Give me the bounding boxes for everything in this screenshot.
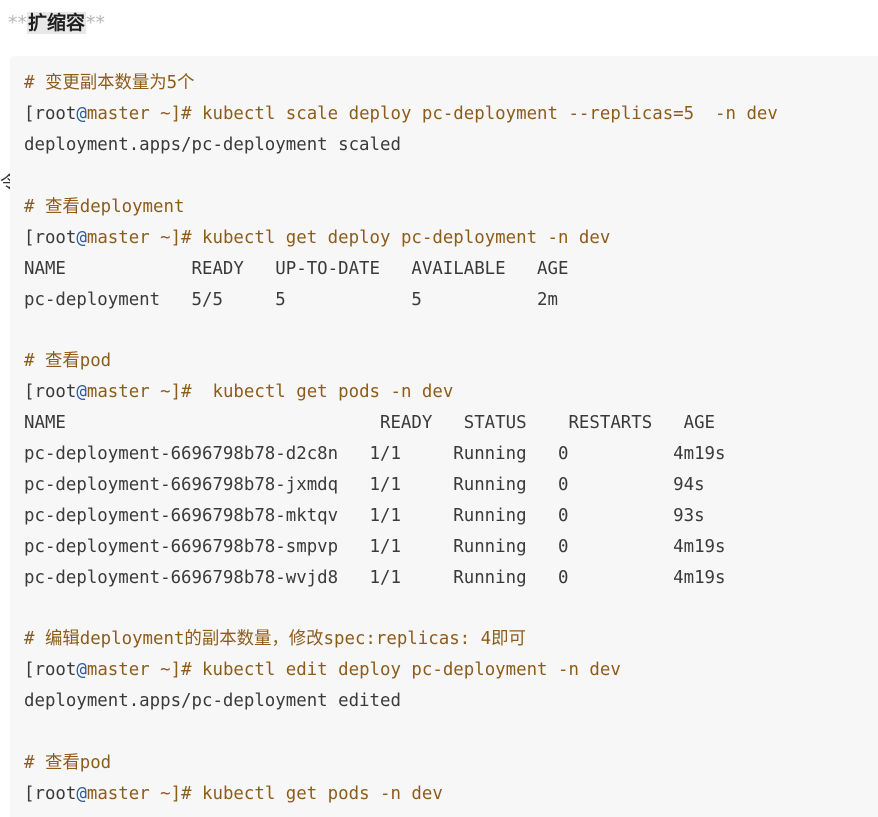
markdown-bold-marker-close: ** xyxy=(86,12,106,34)
command-line-get-deploy: [root@master ~]# kubectl get deploy pc-d… xyxy=(24,223,610,254)
command-text: master ~]# kubectl get pods -n dev xyxy=(86,784,443,804)
command-text: master ~]# kubectl scale deploy pc-deplo… xyxy=(86,104,778,124)
section-heading: **扩缩容** xyxy=(8,6,105,40)
pods-table-row: pc-deployment-6696798b78-mktqv 1/1 Runni… xyxy=(24,506,705,526)
prompt-user: [root xyxy=(24,784,77,804)
prompt-at: @ xyxy=(76,228,87,248)
prompt-user: [root xyxy=(24,382,77,402)
deploy-table-header: NAME READY UP-TO-DATE AVAILABLE AGE xyxy=(24,259,569,279)
code-block: # 变更副本数量为5个 [root@master ~]# kubectl sca… xyxy=(10,56,878,817)
command-line-get-pods-2: [root@master ~]# kubectl get pods -n dev xyxy=(24,779,443,810)
prompt-at: @ xyxy=(76,660,87,680)
code-comment-edit: # 编辑deployment的副本数量，修改spec:replicas: 4即可 xyxy=(24,629,526,649)
pods-table-header: NAME READY STATUS RESTARTS AGE xyxy=(24,413,716,433)
command-text: master ~]# kubectl get pods -n dev xyxy=(86,382,454,402)
markdown-bold-marker-open: ** xyxy=(8,12,27,34)
code-comment-view-pod-2: # 查看pod xyxy=(24,753,112,773)
command-line-get-pods: [root@master ~]# kubectl get pods -n dev xyxy=(24,377,453,408)
pods-table-row: pc-deployment-6696798b78-d2c8n 1/1 Runni… xyxy=(24,444,726,464)
deploy-table-row: pc-deployment 5/5 5 5 2m xyxy=(24,290,558,310)
prompt-user: [root xyxy=(24,228,77,248)
output-edit: deployment.apps/pc-deployment edited xyxy=(24,691,401,711)
pods-table-row: pc-deployment-6696798b78-wvjd8 1/1 Runni… xyxy=(24,568,726,588)
pods-table-row: pc-deployment-6696798b78-jxmdq 1/1 Runni… xyxy=(24,475,705,495)
prompt-user: [root xyxy=(24,660,77,680)
command-text: master ~]# kubectl edit deploy pc-deploy… xyxy=(86,660,621,680)
code-comment-view-deploy: # 查看deployment xyxy=(24,197,185,217)
pods-table-row: pc-deployment-6696798b78-smpvp 1/1 Runni… xyxy=(24,537,726,557)
command-line-edit: [root@master ~]# kubectl edit deploy pc-… xyxy=(24,655,621,686)
output-scale: deployment.apps/pc-deployment scaled xyxy=(24,135,401,155)
prompt-at: @ xyxy=(76,382,87,402)
prompt-user: [root xyxy=(24,104,77,124)
code-comment-view-pod: # 查看pod xyxy=(24,351,112,371)
prompt-at: @ xyxy=(76,784,87,804)
heading-text: 扩缩容 xyxy=(27,12,87,34)
command-line-scale: [root@master ~]# kubectl scale deploy pc… xyxy=(24,99,778,130)
prompt-at: @ xyxy=(76,104,87,124)
command-text: master ~]# kubectl get deploy pc-deploym… xyxy=(86,228,611,248)
code-comment-scale: # 变更副本数量为5个 xyxy=(24,73,195,93)
